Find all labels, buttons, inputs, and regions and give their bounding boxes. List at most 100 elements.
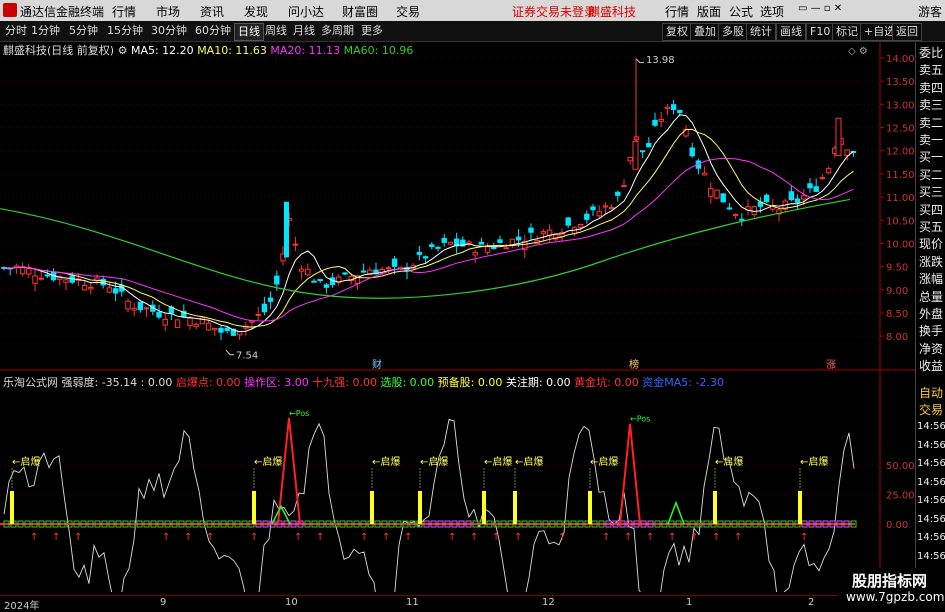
menu-wenxiaoda[interactable]: 问小达 bbox=[288, 3, 324, 20]
signal-arrow-icon: ↑ bbox=[448, 532, 456, 543]
qibao-bar bbox=[370, 490, 374, 524]
signal-arrow-icon: ↑ bbox=[558, 532, 566, 543]
signal-arrow-icon: ↑ bbox=[800, 532, 808, 543]
huaxian-button[interactable]: 画线 bbox=[776, 23, 806, 41]
period-monthly[interactable]: 月线 bbox=[290, 23, 318, 39]
candle-body bbox=[422, 256, 429, 259]
price-axis-label: 13.50 bbox=[886, 77, 915, 88]
back-button[interactable]: 返回 bbox=[892, 23, 922, 41]
menu-gongshi[interactable]: 公式 bbox=[729, 3, 753, 20]
period-more[interactable]: 更多 bbox=[358, 23, 386, 39]
candle-body bbox=[472, 252, 478, 256]
candle-body bbox=[720, 193, 726, 203]
indicator-chart[interactable]: 50.0025.000.00←启爆 ←启爆 ←启爆 ←启爆 ←启爆 ←启爆 ←启爆 ←启爆 ←启… bbox=[0, 372, 915, 592]
duogu-button[interactable]: 多股 bbox=[718, 23, 748, 41]
candle-body bbox=[584, 213, 590, 220]
side-tab-8[interactable]: 买三 bbox=[919, 183, 943, 200]
candle-body bbox=[794, 198, 801, 203]
menu-zixun[interactable]: 资讯 bbox=[200, 3, 224, 20]
side-lower-0[interactable]: 自动 bbox=[919, 384, 943, 401]
side-tab-13[interactable]: 涨幅 bbox=[919, 270, 943, 287]
menu-xuanxiang[interactable]: 选项 bbox=[760, 3, 784, 20]
biaoji-button[interactable]: 标记 bbox=[832, 23, 862, 41]
side-lower-1[interactable]: 交易 bbox=[919, 401, 943, 418]
side-time-4: 14:56 bbox=[917, 495, 945, 506]
x-tick-9: 9 bbox=[160, 597, 167, 608]
legend-gear-icon[interactable]: ⚙ bbox=[118, 44, 128, 57]
diejia-button[interactable]: 叠加 bbox=[690, 23, 720, 41]
period-daily[interactable]: 日线 bbox=[234, 23, 264, 41]
qibao-label: ←启爆 bbox=[515, 455, 543, 468]
candle-body bbox=[274, 275, 280, 285]
menu-banmian[interactable]: 版面 bbox=[697, 3, 721, 20]
side-tab-14[interactable]: 总量 bbox=[919, 288, 943, 305]
side-tab-1[interactable]: 卖五 bbox=[919, 61, 943, 78]
candle-body bbox=[639, 150, 646, 153]
side-tab-2[interactable]: 卖四 bbox=[919, 79, 943, 96]
side-tab-6[interactable]: 买一 bbox=[919, 148, 943, 165]
period-15min[interactable]: 15分钟 bbox=[104, 23, 146, 39]
side-tab-17[interactable]: 净资 bbox=[919, 340, 943, 357]
candle-body bbox=[515, 236, 522, 241]
side-tab-0[interactable]: 委比 bbox=[919, 44, 943, 61]
qibao-label: ←启爆 bbox=[254, 455, 282, 468]
candle-body bbox=[311, 280, 317, 283]
period-1min[interactable]: 1分钟 bbox=[28, 23, 63, 39]
menu-shichang[interactable]: 市场 bbox=[156, 3, 180, 20]
period-30min[interactable]: 30分钟 bbox=[148, 23, 190, 39]
x-tick-12: 12 bbox=[542, 597, 555, 608]
candle-body bbox=[391, 258, 398, 267]
side-tab-18[interactable]: 收益 bbox=[919, 357, 943, 374]
side-tab-10[interactable]: 买五 bbox=[919, 218, 943, 235]
x-tick-11: 11 bbox=[406, 597, 419, 608]
period-multi[interactable]: 多周期 bbox=[318, 23, 357, 39]
menu-right-hangqing[interactable]: 行情 bbox=[665, 3, 689, 20]
price-axis-label: 9.00 bbox=[886, 286, 908, 297]
period-weekly[interactable]: 周线 bbox=[262, 23, 290, 39]
side-tab-11[interactable]: 现价 bbox=[919, 235, 943, 252]
price-axis-label: 11.50 bbox=[886, 170, 915, 181]
side-tab-15[interactable]: 外盘 bbox=[919, 305, 943, 322]
ma10-line bbox=[3, 128, 854, 328]
candle-body bbox=[689, 147, 695, 157]
period-60min[interactable]: 60分钟 bbox=[192, 23, 234, 39]
window-controls-icon[interactable]: ▭ — ▫ ✕ bbox=[798, 3, 842, 14]
side-tab-9[interactable]: 买四 bbox=[919, 201, 943, 218]
candle-body bbox=[255, 313, 261, 316]
candle-body bbox=[38, 277, 44, 280]
side-tab-4[interactable]: 卖二 bbox=[919, 114, 943, 131]
guest-label[interactable]: 游客 bbox=[918, 3, 942, 20]
candle-body bbox=[819, 177, 826, 180]
candlestick-chart[interactable]: 14.00 13.50 13.00 12.50 12.00 11.50 11.00 10.50… bbox=[0, 42, 915, 372]
candle-body bbox=[732, 213, 739, 216]
side-tab-16[interactable]: 换手 bbox=[919, 322, 943, 339]
menu-faxian[interactable]: 发现 bbox=[244, 3, 268, 20]
menu-caifuquan[interactable]: 财富圈 bbox=[342, 3, 378, 20]
candle-body bbox=[63, 279, 69, 283]
candle-body bbox=[497, 239, 503, 243]
indicator-axis-label: 50.00 bbox=[886, 461, 915, 472]
x-tick-2: 2 bbox=[808, 597, 815, 608]
indicator-xuangu: 选股: 0.00 bbox=[380, 376, 435, 389]
menu-jiaoyi[interactable]: 交易 bbox=[396, 3, 420, 20]
candle-body bbox=[305, 268, 311, 276]
menu-hangqing[interactable]: 行情 bbox=[112, 3, 136, 20]
login-warning[interactable]: 证券交易未登录 bbox=[512, 3, 596, 20]
candle-body bbox=[503, 247, 509, 250]
qibao-label: ←启爆 bbox=[372, 455, 400, 468]
period-fenshi[interactable]: 分时 bbox=[2, 23, 30, 39]
side-tab-7[interactable]: 买二 bbox=[919, 166, 943, 183]
fuquan-button[interactable]: 复权 bbox=[662, 23, 692, 41]
period-5min[interactable]: 5分钟 bbox=[66, 23, 101, 39]
side-tab-12[interactable]: 涨跌 bbox=[919, 253, 943, 270]
candle-body bbox=[726, 207, 733, 210]
f10-button[interactable]: F10 bbox=[806, 23, 835, 41]
event-cai: 财 bbox=[372, 358, 382, 371]
tongji-button[interactable]: 统计 bbox=[746, 23, 776, 41]
period-toolbar: 分时 1分钟 5分钟 15分钟 30分钟 60分钟 日线 周线 月线 多周期 更… bbox=[0, 21, 945, 42]
candle-body bbox=[441, 237, 447, 243]
signal-arrow-icon: ↑ bbox=[162, 532, 170, 543]
candle-body bbox=[88, 286, 94, 290]
side-tab-3[interactable]: 卖三 bbox=[919, 96, 943, 113]
side-tab-5[interactable]: 卖一 bbox=[919, 131, 943, 148]
